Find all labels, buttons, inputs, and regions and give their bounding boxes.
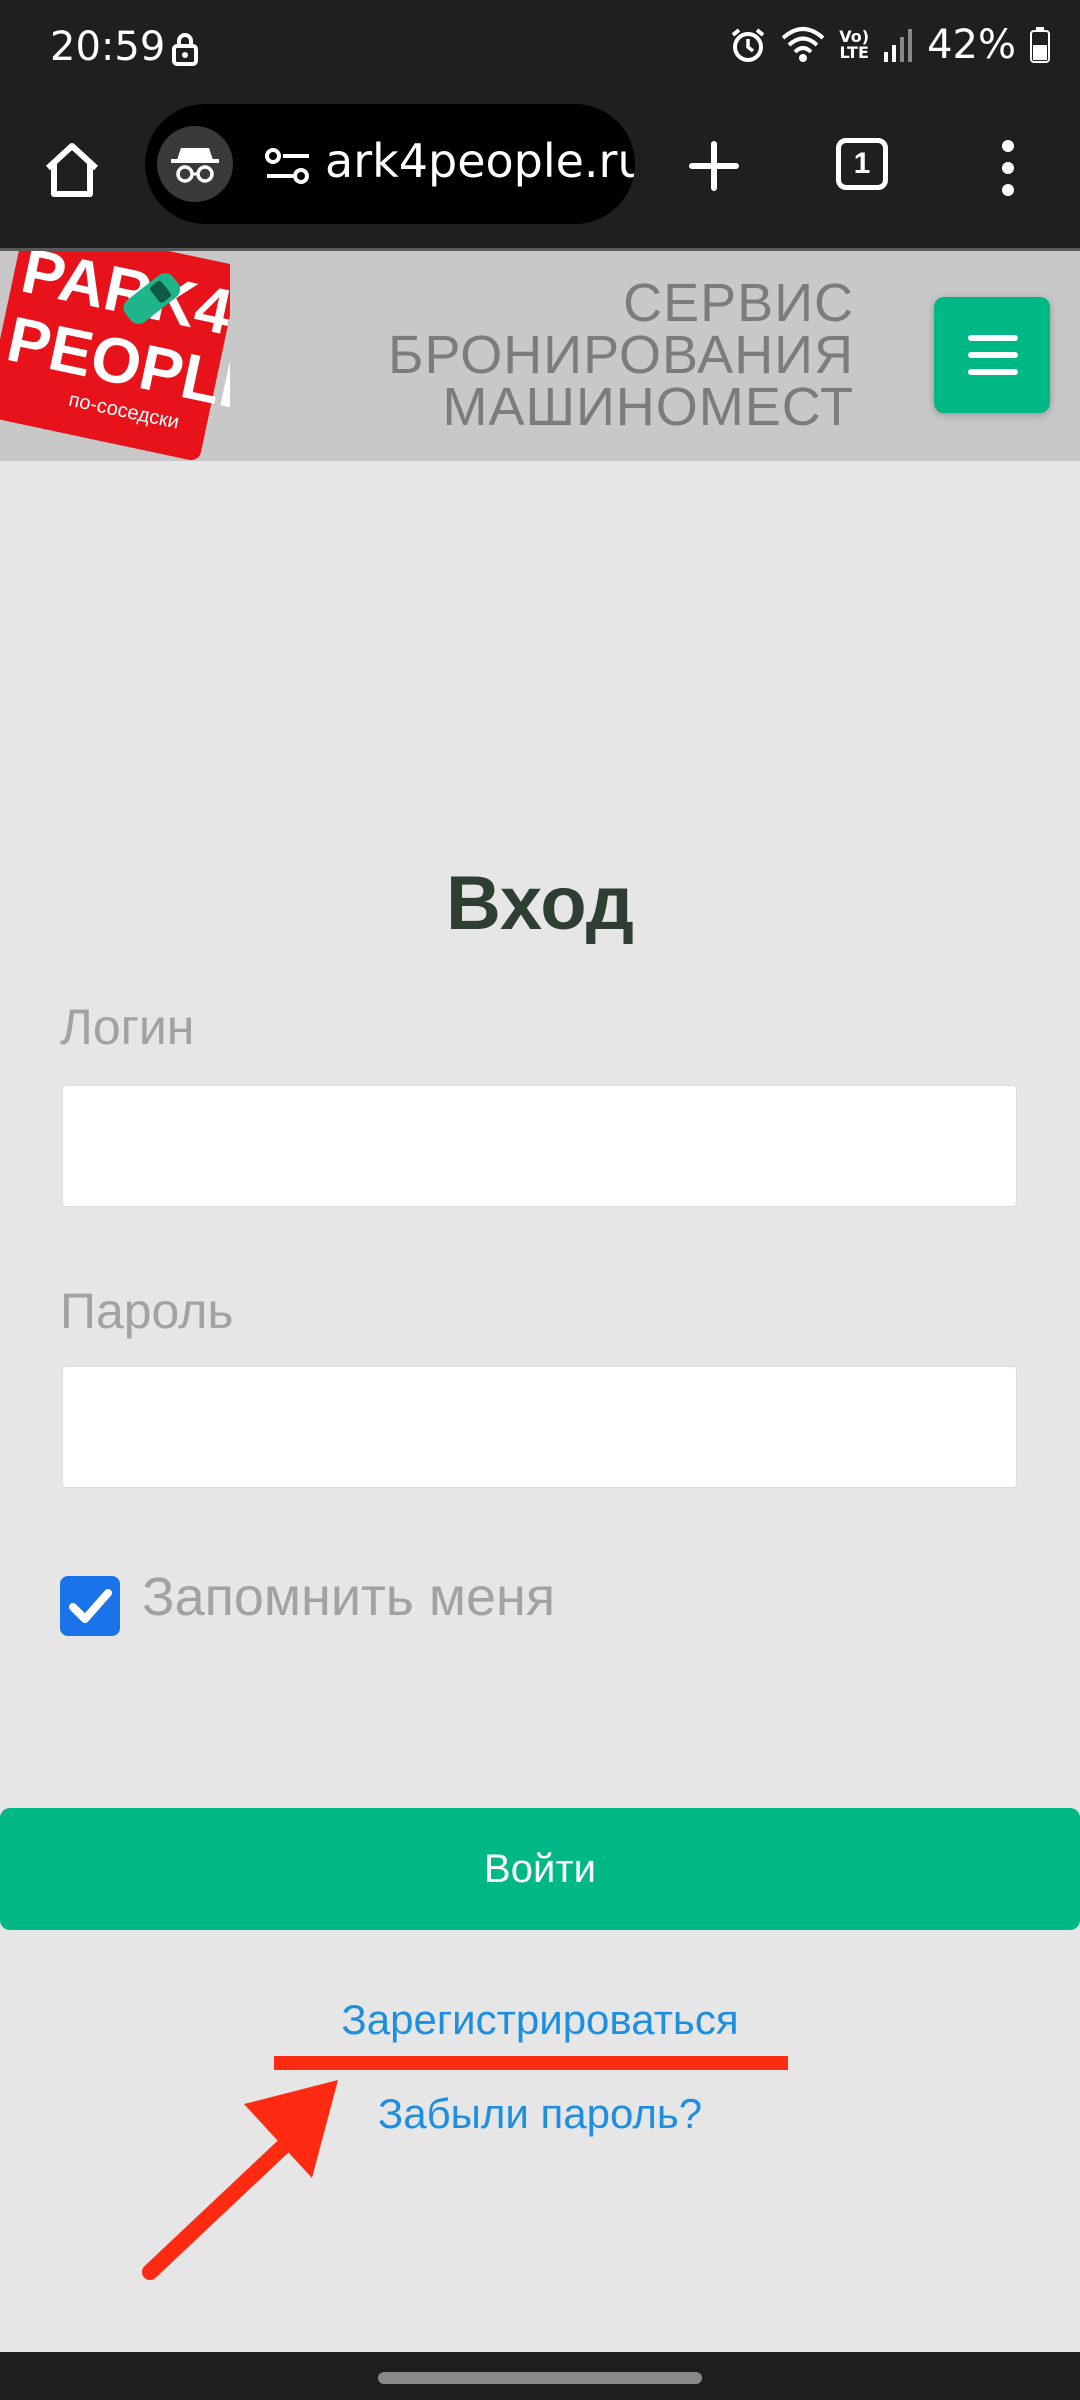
volte-indicator: Vo) LTE bbox=[839, 27, 870, 62]
home-icon[interactable] bbox=[40, 138, 104, 202]
hamburger-icon-bar bbox=[968, 352, 1018, 358]
wifi-icon bbox=[781, 27, 825, 62]
remember-label[interactable]: Запомнить меня bbox=[142, 1566, 555, 1628]
signal-icon bbox=[884, 29, 913, 62]
site-tagline: СЕРВИС БРОНИРОВАНИЯ МАШИНОМЕСТ bbox=[388, 273, 854, 437]
forgot-password-link[interactable]: Забыли пароль? bbox=[0, 2090, 1080, 2138]
site-header: PARK4 PEOPLE по-соседски СЕРВИС БРОНИРОВ… bbox=[0, 251, 1080, 461]
login-input[interactable] bbox=[62, 1085, 1017, 1207]
login-button[interactable]: Войти bbox=[0, 1808, 1080, 1930]
battery-icon bbox=[1030, 27, 1050, 63]
hamburger-icon-bar bbox=[968, 369, 1018, 375]
hamburger-icon-bar bbox=[968, 335, 1018, 341]
status-icons: Vo) LTE 42% bbox=[729, 22, 1050, 68]
tab-switcher-button[interactable]: 1 bbox=[836, 138, 888, 190]
menu-button[interactable] bbox=[934, 297, 1050, 413]
status-bar: 20:59 Vo) LTE 42% bbox=[0, 0, 1080, 98]
url-text[interactable]: ark4people.ru bbox=[325, 134, 635, 188]
incognito-icon bbox=[157, 126, 233, 202]
login-button-label: Войти bbox=[484, 1846, 596, 1891]
register-link[interactable]: Зарегистрироваться bbox=[0, 1996, 1080, 2044]
page-title: Вход bbox=[446, 861, 634, 946]
status-time: 20:59 bbox=[50, 24, 166, 70]
park4people-logo[interactable]: PARK4 PEOPLE по-соседски bbox=[0, 251, 230, 471]
password-input[interactable] bbox=[62, 1366, 1017, 1488]
gesture-handle[interactable] bbox=[378, 2372, 702, 2384]
alarm-icon bbox=[732, 28, 765, 62]
tab-count: 1 bbox=[853, 147, 871, 180]
new-tab-icon[interactable] bbox=[688, 140, 740, 192]
password-label: Пароль bbox=[60, 1283, 234, 1339]
site-settings-icon[interactable] bbox=[263, 146, 313, 186]
login-label: Логин bbox=[60, 999, 195, 1055]
annotation-arrow-shaft bbox=[142, 2132, 298, 2280]
more-vert-icon[interactable] bbox=[998, 138, 1018, 198]
battery-percent: 42% bbox=[927, 22, 1016, 68]
browser-toolbar: ark4people.ru 1 bbox=[0, 98, 1080, 251]
address-bar[interactable]: ark4people.ru bbox=[145, 104, 635, 224]
remember-checkbox[interactable] bbox=[60, 1576, 120, 1636]
lock-icon bbox=[172, 33, 198, 66]
checkmark-icon bbox=[69, 1589, 112, 1623]
